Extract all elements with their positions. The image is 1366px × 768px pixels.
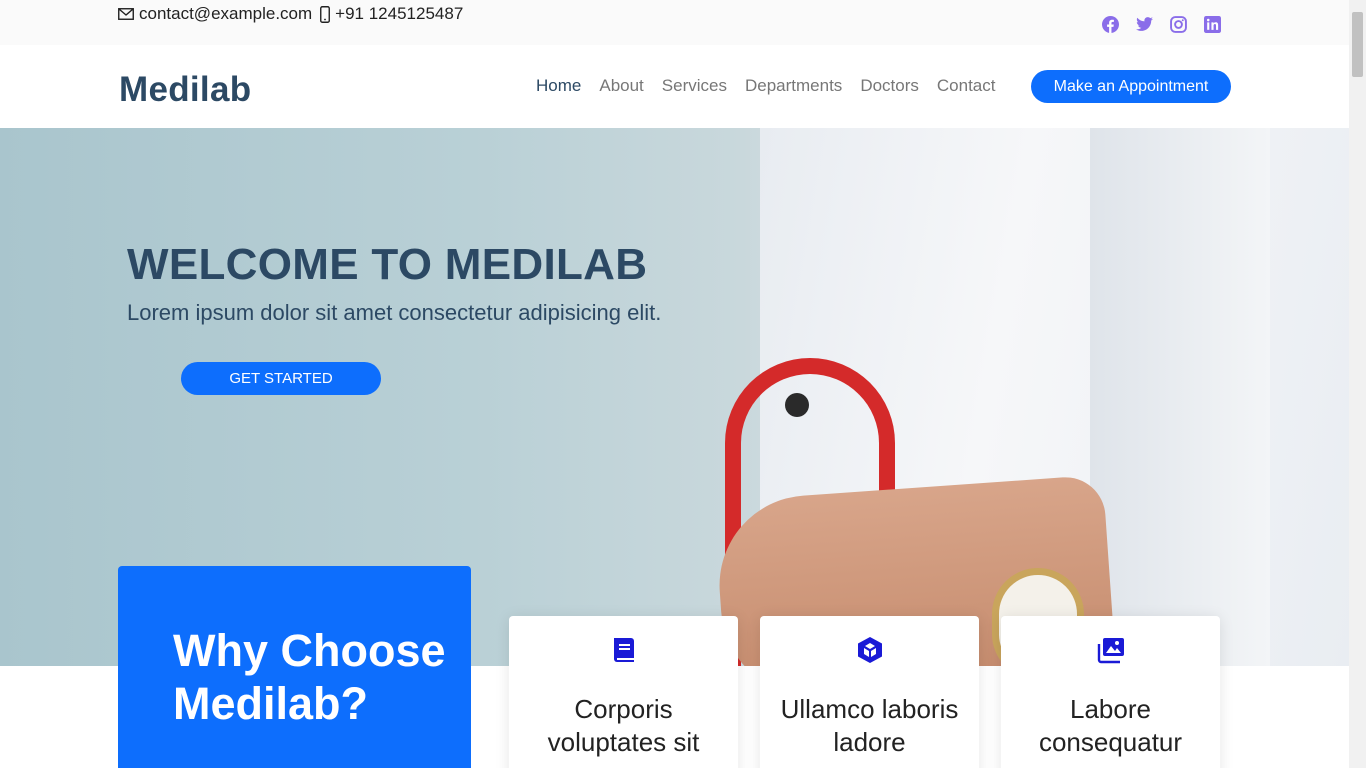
hero-subtitle: Lorem ipsum dolor sit amet consectetur a… <box>127 300 662 325</box>
make-appointment-button[interactable]: Make an Appointment <box>1031 70 1231 103</box>
phone-icon <box>320 5 331 23</box>
feature-card: Corporis voluptates sit <box>509 616 738 768</box>
why-choose-box: Why Choose Medilab? <box>118 566 471 768</box>
feature-card-title: Corporis voluptates sit <box>547 694 700 757</box>
social-links <box>1100 14 1222 34</box>
email-item[interactable]: contact@example.com <box>118 4 312 24</box>
nav-contact[interactable]: Contact <box>928 76 1005 96</box>
hero-coat-panel <box>1090 128 1270 666</box>
why-choose-title: Why Choose Medilab? <box>173 625 446 729</box>
phone-text: +91 1245125487 <box>335 4 464 23</box>
feature-card: Ullamco laboris ladore <box>760 616 979 768</box>
site-logo[interactable]: Medilab <box>119 70 251 110</box>
topbar: contact@example.com +91 1245125487 <box>0 0 1349 45</box>
hero-title: WELCOME TO MEDILAB <box>127 240 648 289</box>
main-nav: Home About Services Departments Doctors … <box>527 76 1004 96</box>
images-icon <box>1097 638 1124 664</box>
instagram-icon[interactable] <box>1168 14 1188 34</box>
feature-card: Labore consequatur <box>1001 616 1220 768</box>
page-scrollbar[interactable] <box>1349 0 1366 768</box>
nav-departments[interactable]: Departments <box>736 76 851 96</box>
nav-home[interactable]: Home <box>527 76 590 96</box>
cube-icon <box>857 637 882 663</box>
contact-info: contact@example.com +91 1245125487 <box>118 4 471 24</box>
feature-card-title: Labore consequatur <box>1038 694 1183 757</box>
email-text: contact@example.com <box>139 4 313 23</box>
get-started-button[interactable]: GET STARTED <box>181 362 381 395</box>
nav-doctors[interactable]: Doctors <box>851 76 928 96</box>
twitter-icon[interactable] <box>1134 14 1154 34</box>
envelope-icon <box>118 8 134 20</box>
phone-item[interactable]: +91 1245125487 <box>320 4 463 24</box>
book-icon <box>613 638 634 662</box>
linkedin-icon[interactable] <box>1202 14 1222 34</box>
feature-card-title: Ullamco laboris ladore <box>780 694 959 757</box>
nav-services[interactable]: Services <box>653 76 736 96</box>
site-header: Medilab Home About Services Departments … <box>0 45 1349 128</box>
nav-about[interactable]: About <box>590 76 652 96</box>
facebook-icon[interactable] <box>1100 14 1120 34</box>
scrollbar-thumb[interactable] <box>1352 12 1363 77</box>
stethoscope-head <box>785 393 809 417</box>
